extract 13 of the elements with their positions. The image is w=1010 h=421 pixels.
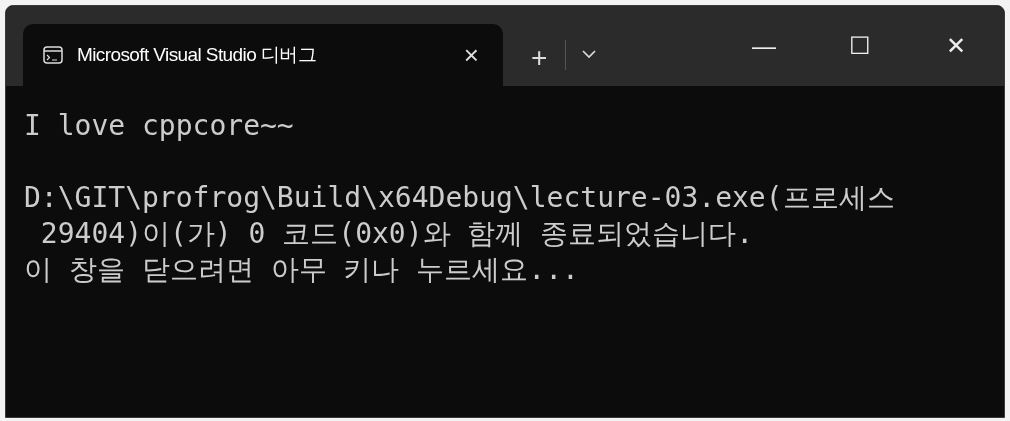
tab-title: Microsoft Visual Studio 디버그 — [77, 42, 316, 67]
console-line: 이 창을 닫으려면 아무 키나 누르세요... — [24, 252, 579, 288]
console-line: D:\GIT\profrog\Build\x64Debug\lecture-03.exe(프로세스 — [24, 180, 895, 216]
console-icon — [43, 46, 63, 64]
terminal-tab[interactable]: Microsoft Visual Studio 디버그 × — [23, 24, 503, 86]
console-line: 29404)이(가) 0 코드(0x0)와 함께 종료되었습니다. — [39, 216, 754, 252]
console-line: I love cppcore~~ — [24, 108, 294, 144]
new-tab-button[interactable]: + — [525, 44, 554, 72]
chevron-down-icon — [582, 50, 597, 60]
maximize-button[interactable]: ☐ — [812, 16, 908, 76]
close-tab-button[interactable]: × — [459, 42, 483, 68]
minimize-button[interactable]: — — [716, 16, 812, 76]
close-button[interactable]: ✕ — [908, 16, 1004, 76]
